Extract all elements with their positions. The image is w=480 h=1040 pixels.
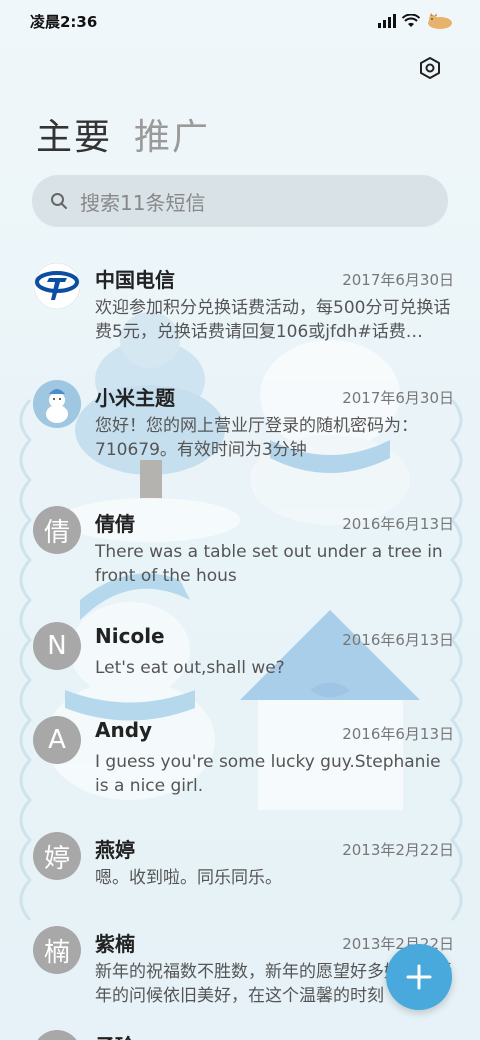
search-placeholder: 搜索11条短信 <box>80 190 206 215</box>
message-date: 2016年6月13日 <box>342 515 454 533</box>
search-bar[interactable]: 搜索11条短信 <box>32 175 448 227</box>
status-icons <box>378 13 454 29</box>
search-icon <box>51 193 67 209</box>
avatar: N <box>33 622 81 670</box>
contact-name: Nicole <box>95 624 165 648</box>
category-tabs: 主要 推广 <box>36 108 210 160</box>
new-message-button[interactable] <box>386 944 452 1010</box>
conversation-row[interactable]: 子玲 <box>0 1030 480 1040</box>
tab-promotions[interactable]: 推广 <box>134 108 210 160</box>
contact-name: 紫楠 <box>95 932 135 956</box>
contact-name: 子玲 <box>95 1030 135 1040</box>
message-date: 2013年2月22日 <box>342 841 454 859</box>
conversation-row[interactable]: A Andy 2016年6月13日 I guess you're some lu… <box>0 704 480 814</box>
message-date: 2016年6月13日 <box>342 725 454 743</box>
conversation-row[interactable]: 小米主题 2017年6月30日 您好！您的网上营业厅登录的随机密码为：71067… <box>0 368 480 478</box>
signal-icon <box>378 14 396 28</box>
message-preview: I guess you're some lucky guy.Stephanie … <box>95 752 441 796</box>
message-preview: There was a table set out under a tree i… <box>95 542 443 586</box>
wifi-icon <box>402 14 420 27</box>
conversation-row[interactable]: 倩 倩倩 2016年6月13日 There was a table set ou… <box>0 494 480 604</box>
conversation-row[interactable]: 中国电信 2017年6月30日 欢迎参加积分兑换话费活动，每500分可兑换话费5… <box>0 250 480 360</box>
status-bar: 凌晨2:36 <box>0 0 480 42</box>
avatar: 倩 <box>33 506 81 554</box>
avatar: 婷 <box>33 832 81 880</box>
message-preview: Let's eat out,shall we? <box>95 658 285 678</box>
avatar <box>33 1030 81 1040</box>
contact-name: 燕婷 <box>95 838 135 862</box>
message-preview: 嗯。收到啦。同乐同乐。 <box>95 868 282 888</box>
avatar <box>33 380 81 428</box>
battery-cat-icon <box>428 13 452 29</box>
plus-icon <box>406 964 432 990</box>
message-date: 2017年6月30日 <box>342 389 454 407</box>
message-date: 2016年6月13日 <box>342 631 454 649</box>
contact-name: Andy <box>95 718 153 742</box>
avatar: 楠 <box>33 926 81 974</box>
avatar <box>33 262 81 310</box>
contact-name: 小米主题 <box>95 386 175 410</box>
message-preview: 您好！您的网上营业厅登录的随机密码为：710679。有效时间为3分钟 <box>95 416 418 460</box>
settings-button[interactable] <box>414 52 446 84</box>
status-time: 凌晨2:36 <box>30 12 98 31</box>
contact-name: 倩倩 <box>95 512 135 536</box>
message-preview: 欢迎参加积分兑换话费活动，每500分可兑换话费5元，兑换话费请回复106或jfd… <box>95 298 451 342</box>
contact-name: 中国电信 <box>95 268 175 292</box>
message-date: 2017年6月30日 <box>342 271 454 289</box>
avatar: A <box>33 716 81 764</box>
settings-hexagon-icon <box>420 57 440 79</box>
china-telecom-logo-icon <box>33 262 81 310</box>
snowman-avatar-icon <box>33 380 81 428</box>
tab-primary[interactable]: 主要 <box>36 108 112 160</box>
